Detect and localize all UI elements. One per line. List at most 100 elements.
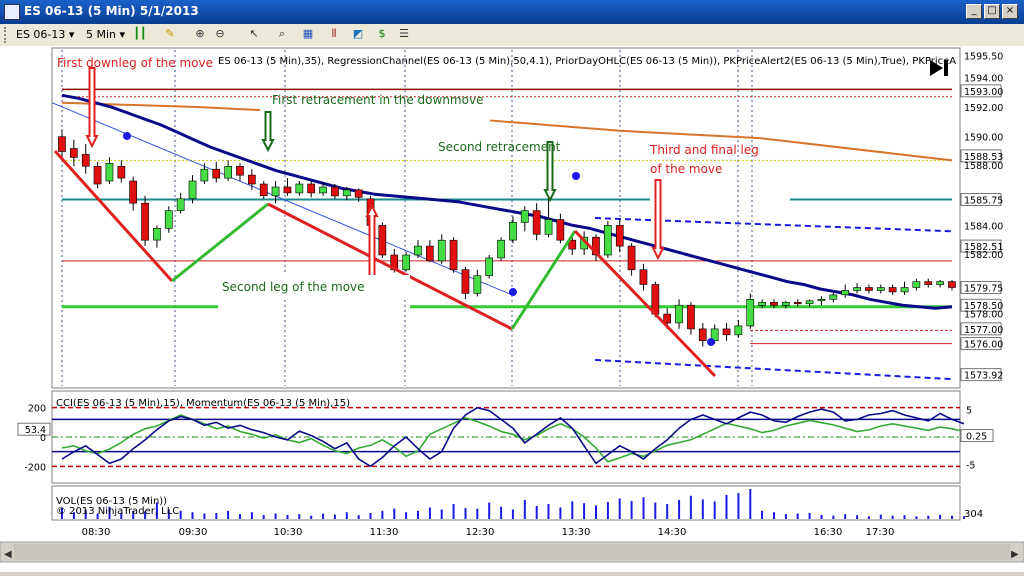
volume-bar (879, 514, 882, 519)
candle-body (437, 239, 446, 262)
candle-body (164, 210, 173, 229)
candle-body (758, 301, 766, 306)
volume-axis-label: 304 (964, 509, 983, 520)
time-axis-label: 09:30 (179, 527, 208, 538)
instrument-label: ES 06-13 (16, 28, 66, 41)
volume-bar (773, 512, 775, 519)
instrument-selector[interactable]: ES 06-13 ▾ (16, 27, 74, 43)
candle-body (746, 299, 755, 327)
volume-bar (381, 510, 384, 519)
volume-bar (191, 512, 194, 519)
time-axis-label: 11:30 (370, 527, 399, 538)
candle-body (675, 304, 683, 324)
candle-body (615, 225, 624, 247)
time-axis-label: 12:30 (466, 527, 495, 538)
candle-body (212, 168, 221, 179)
maximize-button[interactable]: □ (984, 4, 1000, 19)
candle-body (829, 294, 838, 300)
candle-body (354, 189, 363, 198)
annotation-second-retracement: Second retracement (438, 140, 561, 154)
candle-body (793, 301, 802, 305)
candle-body (544, 219, 553, 235)
scroll-left-icon[interactable]: ◀ (4, 549, 12, 560)
price-axis-label: 1576.00 (964, 340, 1003, 351)
candle-body (259, 183, 268, 197)
bar-type-icon[interactable]: ┃┃ (132, 27, 148, 43)
time-axis-label: 14:30 (658, 527, 687, 538)
volume-bar (345, 512, 348, 519)
volume-bar (203, 513, 206, 519)
volume-bar (310, 515, 313, 519)
volume-bar (440, 509, 443, 519)
strategies-icon[interactable]: ◩ (350, 27, 366, 43)
price-axis-label: 1584.00 (964, 221, 1003, 232)
chart-area[interactable]: ◀ ▶ ES 06-13 (5 Min),35), RegressionChan… (0, 46, 1024, 572)
candle-body (770, 301, 778, 306)
volume-bar (761, 510, 764, 519)
volume-bar (179, 510, 182, 519)
candle-body (485, 257, 494, 276)
zoom-out-icon[interactable]: ⊖ (212, 27, 228, 43)
volume-bar (737, 493, 740, 519)
volume-bar (452, 504, 455, 519)
volume-bar (239, 514, 241, 519)
properties-icon[interactable]: ☰ (396, 27, 412, 43)
chevron-down-icon: ▾ (68, 28, 75, 41)
data-box-icon[interactable]: ▦ (300, 27, 316, 43)
candle-body (805, 300, 814, 305)
volume-bar (701, 499, 704, 519)
volume-bar (523, 499, 526, 519)
app-icon (4, 4, 20, 20)
candle-body (900, 287, 909, 293)
price-axis-label: 1578.00 (964, 309, 1003, 320)
price-axis-label: 1588.00 (964, 161, 1003, 172)
indicators-icon[interactable]: ⫴ (326, 27, 342, 43)
price-axis-label: 1592.00 (964, 103, 1003, 114)
annotation-second-leg: Second leg of the move (222, 280, 365, 294)
candle-body (153, 228, 161, 241)
indicator-legend: CCI(ES 06-13 (5 Min),15), Momentum(ES 06… (56, 398, 350, 409)
volume-bar (606, 502, 609, 519)
dollar-icon[interactable]: $ (374, 27, 390, 43)
minimize-button[interactable]: _ (966, 4, 982, 19)
time-axis-label: 16:30 (814, 527, 843, 538)
momentum-axis-label: 0.25 (966, 432, 987, 443)
volume-bar (405, 512, 408, 519)
magnifier-icon[interactable]: ⌕ (274, 27, 290, 43)
volume-bar (476, 508, 479, 519)
cursor-icon[interactable]: ↖ (246, 27, 262, 43)
volume-bar (369, 513, 372, 519)
zoom-in-icon[interactable]: ⊕ (192, 27, 208, 43)
candle-body (888, 287, 897, 293)
close-button[interactable]: × (1002, 4, 1018, 19)
candle-body (236, 166, 244, 176)
period-selector[interactable]: 5 Min ▾ (86, 27, 125, 43)
volume-bar (666, 504, 669, 519)
volume-bar (678, 499, 681, 519)
scrollbar-thumb[interactable] (14, 544, 1010, 560)
candle-body (307, 183, 316, 194)
scroll-right-icon[interactable]: ▶ (1011, 549, 1019, 560)
annotation-third-leg-2: of the move (650, 162, 722, 176)
window-titlebar[interactable]: ES 06-13 (5 Min) 5/1/2013 _ □ × (0, 0, 1024, 24)
candle-body (414, 245, 422, 256)
pencil-icon[interactable]: ✎ (162, 27, 178, 43)
volume-bar (867, 516, 870, 519)
volume-bar (689, 495, 692, 519)
candle-body (509, 222, 517, 241)
candle-body (497, 239, 505, 259)
chart-toolbar: ES 06-13 ▾ 5 Min ▾ ┃┃ ✎ ⊕ ⊖ ↖ ⌕ ▦ ⫴ ◩ $ … (0, 24, 1024, 47)
momentum-axis-label: -5 (966, 461, 975, 472)
volume-bar (250, 512, 253, 519)
candle-body (853, 287, 861, 291)
candle-body (378, 225, 387, 256)
swing-point-dot (707, 338, 715, 346)
cci-axis-label: 200 (28, 404, 46, 415)
candle-body (295, 183, 304, 194)
time-axis-label: 13:30 (562, 527, 591, 538)
candle-body (556, 219, 565, 241)
chart-canvas[interactable]: ◀ ▶ ES 06-13 (5 Min),35), RegressionChan… (0, 46, 1024, 572)
up-arrow-second-leg (365, 203, 379, 277)
volume-bar (784, 514, 787, 519)
volume-bar (939, 514, 942, 519)
